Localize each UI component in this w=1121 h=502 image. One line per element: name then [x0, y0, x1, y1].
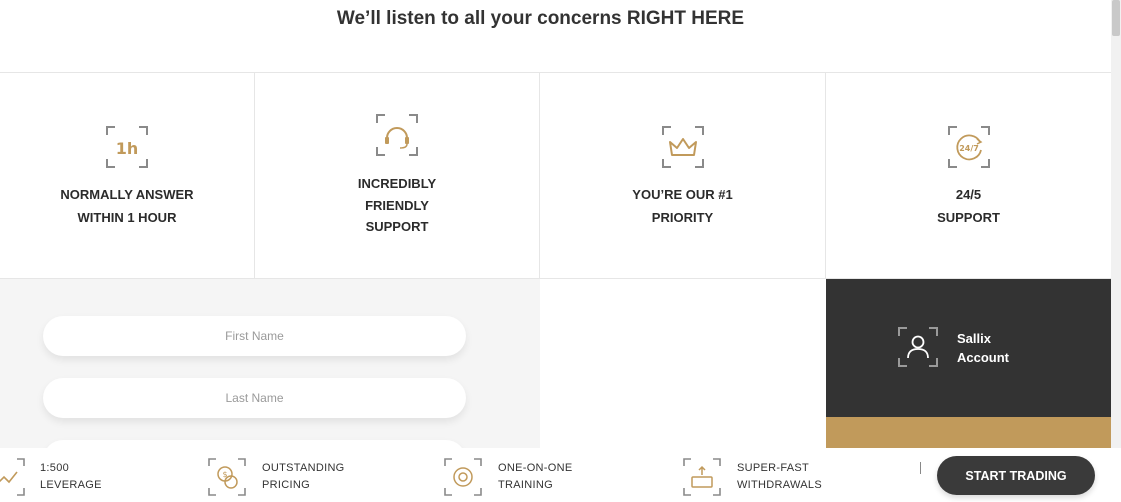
svg-text:24/7: 24/7 [959, 144, 979, 153]
withdrawal-icon [683, 458, 721, 496]
feature-friendly-support: INCREDIBLY FRIENDLY SUPPORT [255, 73, 540, 278]
benefit-line: SUPER-FAST [737, 462, 810, 474]
support-features: 1h NORMALLY ANSWER WITHIN 1 HOUR INCREDI… [0, 72, 1111, 279]
headline-emphasis: RIGHT HERE [626, 8, 745, 29]
benefit-line: PRICING [262, 479, 310, 491]
benefit-line: WITHDRAWALS [737, 479, 822, 491]
benefits-bar: 1:500 LEVERAGE $ OUTSTANDING PRICING ONE… [0, 448, 1121, 502]
section-headline: We’ll listen to all your concerns RIGHT … [0, 8, 1081, 30]
benefit-pricing: $ OUTSTANDING PRICING [207, 456, 345, 498]
feature-line: SUPPORT [937, 210, 1000, 225]
feature-line: WITHIN 1 HOUR [77, 210, 177, 225]
feature-line: FRIENDLY [365, 197, 429, 213]
feature-line: SUPPORT [365, 219, 429, 234]
benefit-line: OUTSTANDING [262, 462, 345, 474]
benefit-training: ONE-ON-ONE TRAINING [443, 456, 573, 498]
last-name-field[interactable] [43, 378, 466, 418]
contact-form [0, 279, 540, 480]
account-label: Sallix Account [957, 329, 1009, 367]
benefit-withdrawals: SUPER-FAST WITHDRAWALS [682, 456, 822, 498]
feature-line: YOU’RE OUR #1 [632, 187, 733, 202]
feature-24-5-support: 24/7 24/5 SUPPORT [826, 73, 1111, 278]
crown-icon [661, 126, 704, 168]
account-line: Account [957, 350, 1009, 365]
feature-line: PRIORITY [651, 210, 714, 225]
svg-text:1h: 1h [116, 139, 139, 158]
start-trading-button[interactable]: START TRADING [937, 456, 1095, 495]
headset-icon [376, 114, 418, 156]
benefit-text: ONE-ON-ONE TRAINING [498, 460, 573, 494]
benefit-line: ONE-ON-ONE [498, 462, 573, 474]
training-icon [444, 458, 482, 496]
svg-text:$: $ [222, 470, 227, 479]
benefit-text: 1:500 LEVERAGE [40, 460, 102, 494]
benefit-text: OUTSTANDING PRICING [262, 460, 345, 494]
page: We’ll listen to all your concerns RIGHT … [0, 0, 1121, 502]
benefit-line: TRAINING [498, 479, 553, 491]
feature-text: INCREDIBLY FRIENDLY SUPPORT [358, 173, 436, 238]
vertical-scrollbar[interactable] [1111, 0, 1121, 502]
feature-line: NORMALLY ANSWER [60, 187, 194, 202]
feature-line: 24/5 [955, 187, 982, 202]
clock-24-7-icon: 24/7 [947, 126, 990, 168]
feature-text: 24/5 SUPPORT [937, 183, 1000, 229]
benefit-line: LEVERAGE [40, 479, 102, 491]
benefit-text: SUPER-FAST WITHDRAWALS [737, 460, 822, 494]
benefit-leverage: 1:500 LEVERAGE [0, 456, 102, 498]
leverage-icon [0, 458, 25, 496]
first-name-field[interactable] [43, 316, 466, 356]
feature-priority: YOU’RE OUR #1 PRIORITY [540, 73, 826, 278]
divider [920, 462, 921, 474]
account-line: Sallix [957, 331, 991, 346]
pricing-icon: $ [208, 458, 246, 496]
one-hour-icon: 1h [106, 126, 148, 168]
account-panel[interactable]: Sallix Account [826, 279, 1111, 417]
headline-prefix: We’ll listen to all your concerns [336, 8, 627, 29]
feature-text: NORMALLY ANSWER WITHIN 1 HOUR [60, 183, 193, 229]
feature-text: YOU’RE OUR #1 PRIORITY [632, 183, 732, 229]
user-icon [898, 327, 938, 367]
scrollbar-thumb[interactable] [1112, 0, 1120, 36]
feature-fast-answer: 1h NORMALLY ANSWER WITHIN 1 HOUR [0, 73, 255, 278]
feature-line: INCREDIBLY [357, 176, 437, 191]
account-accent-bar [826, 417, 1111, 449]
benefit-line: 1:500 [40, 462, 70, 474]
